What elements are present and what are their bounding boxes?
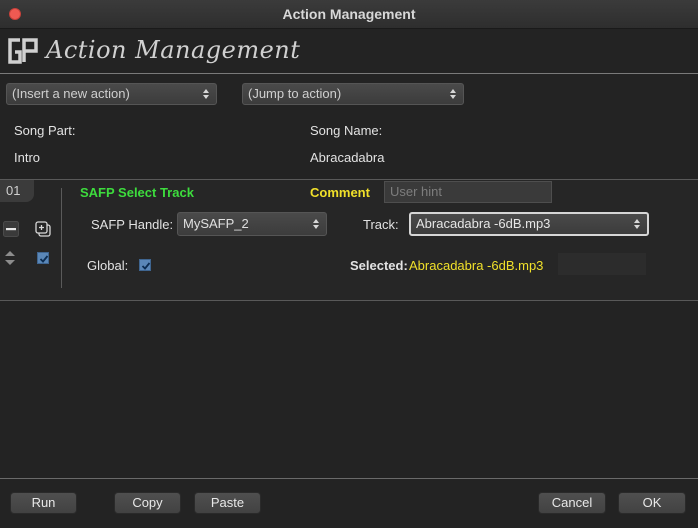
comment-input[interactable]: User hint (384, 181, 552, 203)
insert-action-select[interactable]: (Insert a new action) (6, 83, 217, 105)
global-label: Global: (87, 258, 129, 273)
action-number: 01 (0, 180, 34, 202)
safp-handle-value: MySAFP_2 (183, 216, 249, 231)
track-select[interactable]: Abracadabra -6dB.mp3 (409, 212, 649, 236)
footer-divider (0, 478, 698, 479)
jump-to-action-select[interactable]: (Jump to action) (242, 83, 464, 105)
ok-button[interactable]: OK (618, 492, 686, 514)
jump-to-action-value: (Jump to action) (248, 86, 342, 101)
select-arrows-icon (203, 89, 209, 99)
song-part-value: Intro (14, 150, 41, 165)
select-arrows-icon (634, 219, 640, 229)
insert-action-value: (Insert a new action) (12, 86, 130, 101)
selected-label: Selected: (350, 258, 408, 273)
global-checkbox[interactable] (139, 259, 151, 271)
disabled-control (558, 253, 646, 275)
action-panel-divider (61, 188, 62, 288)
move-action-icon[interactable] (4, 249, 16, 267)
action-enabled-checkbox[interactable] (37, 252, 49, 264)
action-type-label: SAFP Select Track (80, 185, 194, 200)
song-name-label: Song Name: (310, 123, 383, 138)
song-name-value: Abracadabra (310, 150, 385, 165)
paste-button[interactable]: Paste (194, 492, 261, 514)
checkmark-icon (39, 255, 49, 263)
select-arrows-icon (313, 219, 319, 229)
selected-track-value: Abracadabra -6dB.mp3 (409, 258, 544, 273)
window-title: Action Management (282, 6, 416, 22)
header-divider (0, 73, 698, 74)
checkmark-icon (141, 262, 151, 270)
title-bar: Action Management (0, 0, 698, 29)
safp-handle-label: SAFP Handle: (91, 217, 174, 232)
song-part-label: Song Part: (14, 123, 76, 138)
track-label: Track: (363, 217, 399, 232)
cancel-button[interactable]: Cancel (538, 492, 606, 514)
track-value: Abracadabra -6dB.mp3 (416, 216, 551, 231)
safp-handle-select[interactable]: MySAFP_2 (177, 212, 327, 236)
logo-text: Action Management (46, 36, 301, 64)
copy-button[interactable]: Copy (114, 492, 181, 514)
gp-logo-icon (8, 38, 38, 64)
comment-label: Comment (310, 185, 370, 200)
duplicate-action-icon[interactable] (35, 221, 51, 237)
run-button[interactable]: Run (10, 492, 77, 514)
select-arrows-icon (450, 89, 456, 99)
remove-action-icon[interactable] (3, 221, 19, 237)
